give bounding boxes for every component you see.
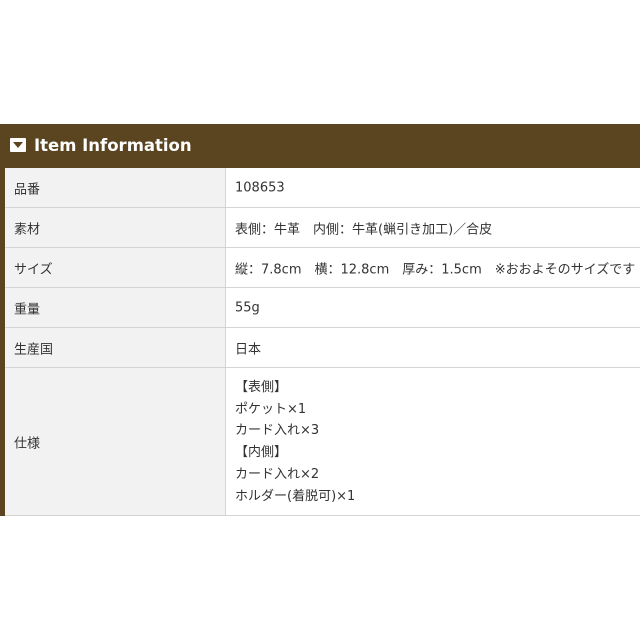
spec-list: 【表側】 ポケット×1 カード入れ×3 【内側】 カード入れ×2 ホルダー(着脱… <box>235 377 355 507</box>
row-label: 品番 <box>14 182 41 197</box>
spec-line: ホルダー(着脱可)×1 <box>235 488 356 504</box>
spec-line: 【内側】 <box>235 445 288 461</box>
spec-line: カード入れ×2 <box>235 466 320 482</box>
spec-line: カード入れ×3 <box>235 423 320 439</box>
row-value: 表側：牛革 内側：牛革(蝋引き加工)／合皮 <box>235 222 493 237</box>
table-label-cell: 品番 <box>5 168 226 207</box>
table-row-country: 生産国 日本 <box>5 328 640 368</box>
row-label: サイズ <box>14 262 53 277</box>
row-label: 重量 <box>14 302 41 317</box>
table-value-cell: 日本 <box>226 328 640 367</box>
table-row-material: 素材 表側：牛革 内側：牛革(蝋引き加工)／合皮 <box>5 208 640 248</box>
table-value-cell: 表側：牛革 内側：牛革(蝋引き加工)／合皮 <box>226 208 640 247</box>
row-label: 生産国 <box>14 342 54 357</box>
table-value-cell: 【表側】 ポケット×1 カード入れ×3 【内側】 カード入れ×2 ホルダー(着脱… <box>226 368 640 515</box>
table-label-cell: 素材 <box>5 208 226 247</box>
table-value-cell: 縦：7.8cm 横：12.8cm 厚み：1.5cm ※おおよそのサイズです <box>226 248 640 287</box>
row-value: 縦：7.8cm 横：12.8cm 厚み：1.5cm ※おおよそのサイズです <box>235 262 636 277</box>
caret-down-box-icon <box>10 138 26 152</box>
table-value-cell: 55g <box>226 288 640 327</box>
table-label-cell: 重量 <box>5 288 226 327</box>
table-value-cell: 108653 <box>226 168 640 207</box>
spec-line: 【表側】 <box>235 380 288 395</box>
row-value: 55g <box>235 300 260 315</box>
table-label-cell: サイズ <box>5 248 226 287</box>
header-title: Item Information <box>34 136 192 155</box>
row-value: 108653 <box>235 180 285 195</box>
row-label: 仕様 <box>14 436 41 451</box>
row-value: 日本 <box>235 342 262 357</box>
table-label-cell: 生産国 <box>5 328 226 367</box>
table-row-specifications: 仕様 【表側】 ポケット×1 カード入れ×3 【内側】 カード入れ×2 ホルダー… <box>5 368 640 516</box>
item-information-table: 品番 108653 素材 表側：牛革 内側：牛革(蝋引き加工)／合皮 サイズ 縦… <box>5 168 640 516</box>
table-row-weight: 重量 55g <box>5 288 640 328</box>
table-row-product-number: 品番 108653 <box>5 168 640 208</box>
table-label-cell: 仕様 <box>5 368 226 515</box>
table-row-size: サイズ 縦：7.8cm 横：12.8cm 厚み：1.5cm ※おおよそのサイズで… <box>5 248 640 288</box>
spec-line: ポケット×1 <box>235 401 307 417</box>
item-information-panel: Item Information 品番 108653 素材 表側：牛革 内側：牛… <box>0 124 640 516</box>
item-information-header[interactable]: Item Information <box>0 124 640 168</box>
row-label: 素材 <box>14 222 41 237</box>
